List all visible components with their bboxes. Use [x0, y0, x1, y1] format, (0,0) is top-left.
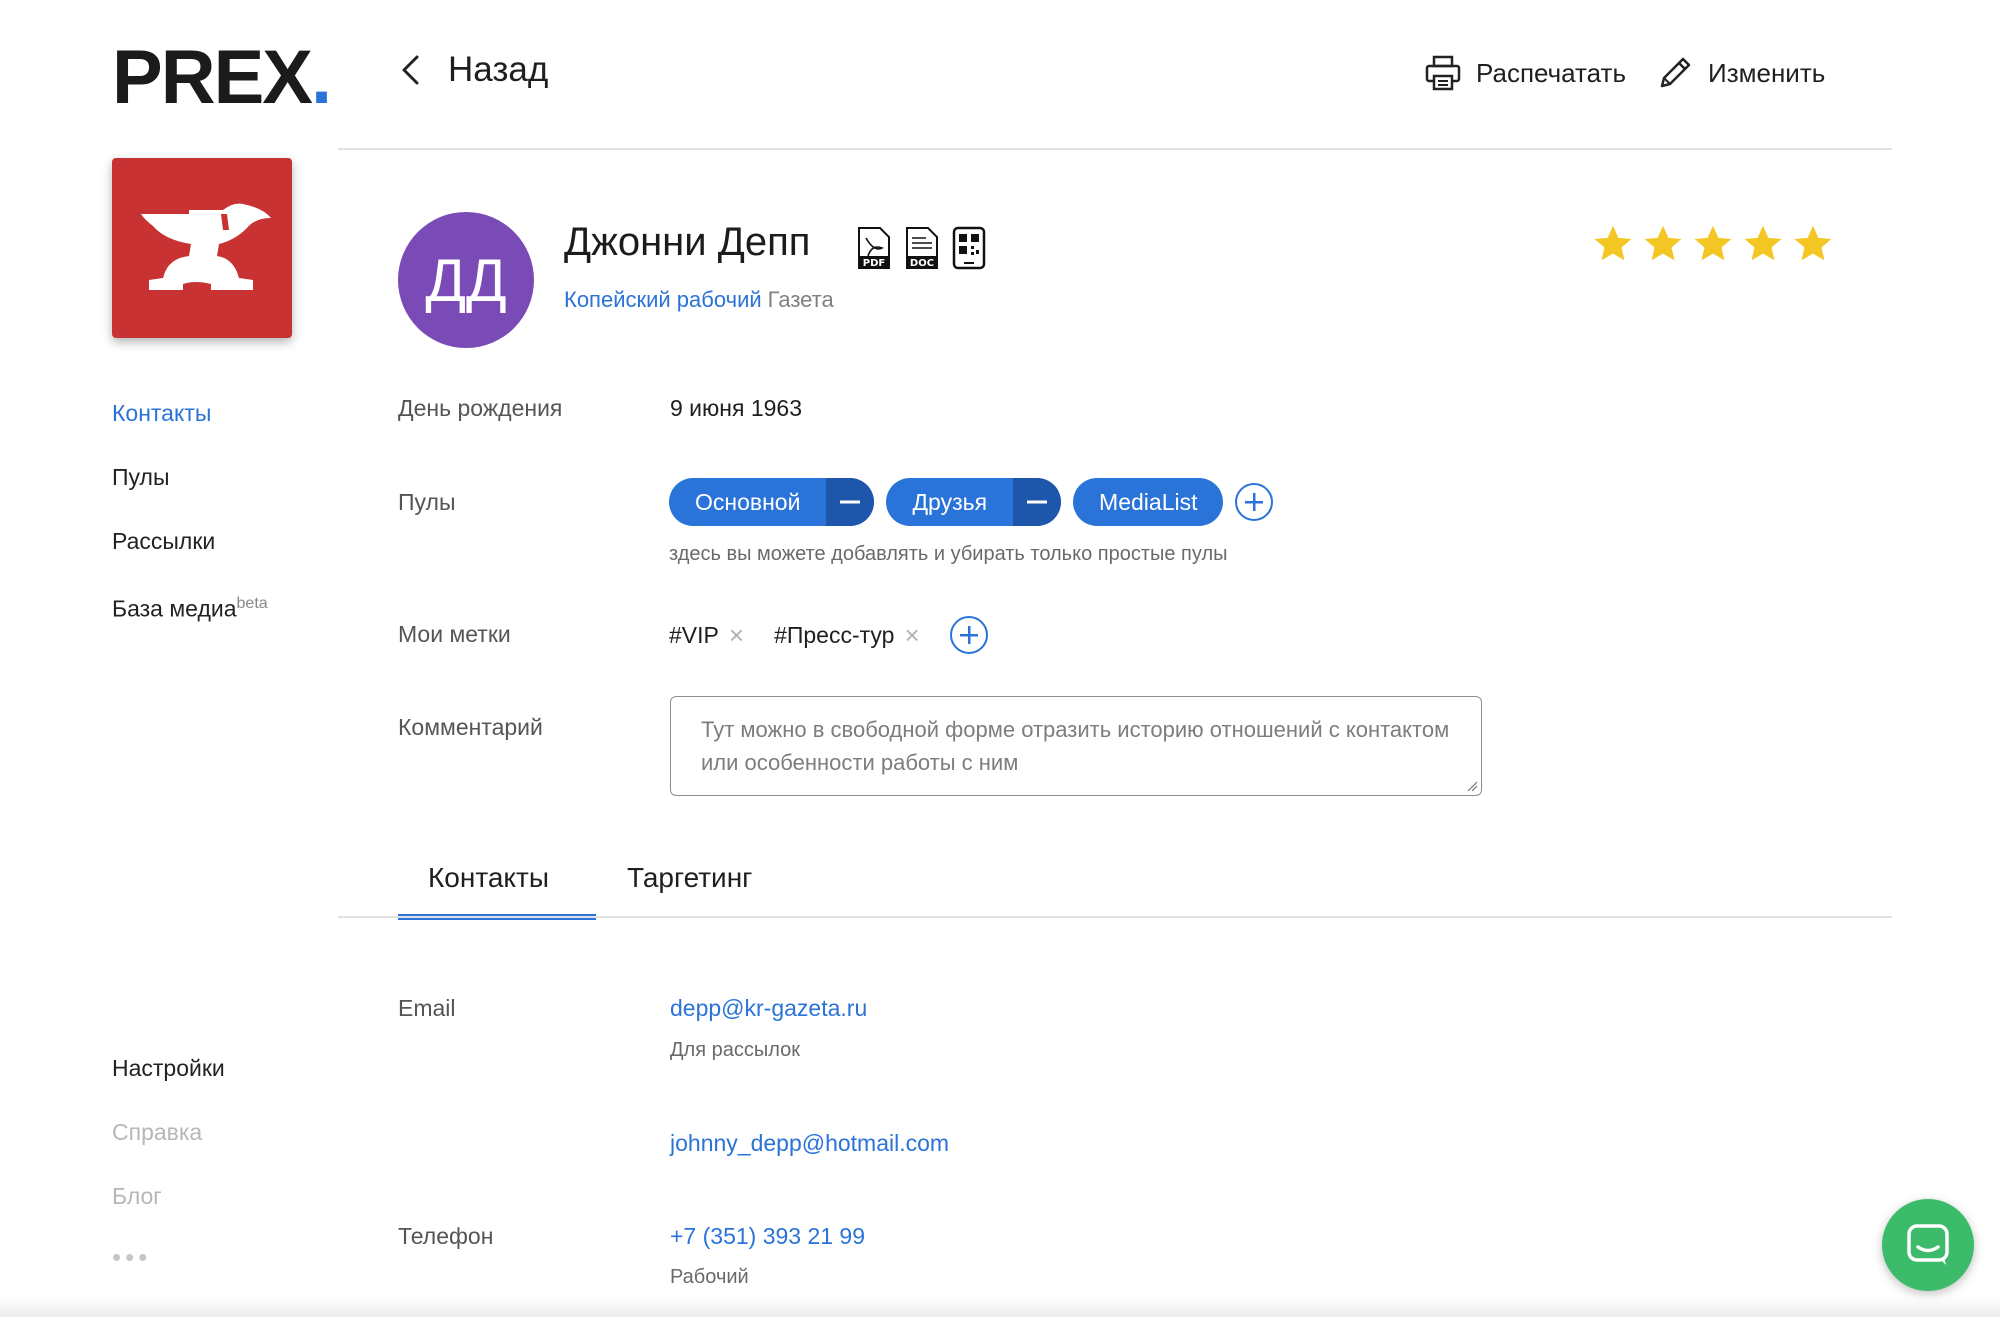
pencil-icon — [1660, 57, 1691, 88]
star-icon[interactable] — [1592, 224, 1634, 264]
edit-label: Изменить — [1708, 57, 1826, 88]
contact-name: Джонни Депп — [564, 220, 811, 264]
tags-list: #VIP × #Пресс-тур × — [669, 616, 988, 654]
contact-publication: Копейский рабочий Газета — [564, 287, 834, 313]
svg-text:DOC: DOC — [910, 258, 934, 269]
add-pool-button[interactable] — [1235, 483, 1274, 521]
edit-button[interactable]: Изменить — [1656, 54, 1825, 92]
phone-label: Телефон — [398, 1223, 494, 1249]
tab-contacts[interactable]: Контакты — [428, 862, 549, 894]
email-link[interactable]: depp@kr-gazeta.ru — [670, 995, 867, 1022]
pools-hint: здесь вы можете добавлять и убирать толь… — [669, 543, 1228, 565]
pool-chip-label[interactable]: Друзья — [886, 478, 1013, 526]
tag-label: #VIP — [669, 621, 719, 648]
email-note: Для рассылок — [670, 1039, 800, 1061]
birthday-value: 9 июня 1963 — [670, 395, 802, 421]
publication-type: Газета — [767, 287, 834, 312]
minus-icon — [840, 500, 861, 504]
sidebar-item-contacts[interactable]: Контакты — [112, 398, 211, 428]
tags-label: Мои метки — [398, 621, 511, 647]
add-tag-button[interactable] — [949, 616, 988, 654]
back-button[interactable]: Назад — [400, 50, 548, 90]
rating[interactable] — [1592, 224, 1834, 264]
print-button[interactable]: Распечатать — [1424, 54, 1626, 92]
pool-chip: Основной — [669, 478, 875, 526]
tab-targeting[interactable]: Таргетинг — [627, 862, 752, 894]
svg-text:PDF: PDF — [863, 258, 885, 269]
chat-icon — [1907, 1224, 1949, 1265]
remove-pool-button[interactable] — [826, 478, 875, 526]
print-label: Распечатать — [1476, 57, 1627, 88]
beta-badge: beta — [236, 595, 268, 612]
sidebar-item-settings[interactable]: Настройки — [112, 1053, 225, 1083]
pool-chip-label[interactable]: MediaList — [1073, 478, 1223, 526]
sidebar-item-mailings[interactable]: Рассылки — [112, 526, 215, 556]
pdf-icon[interactable]: PDF — [856, 226, 892, 270]
remove-tag-icon[interactable]: × — [904, 620, 919, 651]
back-label: Назад — [448, 50, 549, 89]
resize-grip-icon[interactable] — [1466, 780, 1478, 792]
pool-chip: Друзья — [886, 478, 1062, 526]
avatar: ДД — [398, 212, 534, 348]
publication-link[interactable]: Копейский рабочий — [564, 287, 762, 312]
comment-textarea[interactable] — [670, 696, 1482, 796]
remove-pool-button[interactable] — [1013, 478, 1062, 526]
qr-code-icon[interactable] — [952, 226, 986, 270]
pool-chip-label[interactable]: Основной — [669, 478, 826, 526]
phone-note: Рабочий — [670, 1266, 749, 1288]
email-label: Email — [398, 995, 456, 1021]
star-icon[interactable] — [1742, 224, 1784, 264]
pool-chip: MediaList — [1073, 478, 1224, 526]
ellipsis-icon[interactable]: ••• — [112, 1242, 151, 1273]
sidebar-item-help[interactable]: Справка — [112, 1117, 202, 1147]
sidebar-item-blog[interactable]: Блог — [112, 1181, 162, 1211]
header-divider — [338, 148, 1892, 150]
comment-label: Комментарий — [398, 714, 543, 740]
sidebar-item-label: База медиа — [112, 595, 237, 622]
star-icon[interactable] — [1692, 224, 1734, 264]
plus-icon — [1245, 493, 1264, 511]
email-link[interactable]: johnny_depp@hotmail.com — [670, 1130, 949, 1157]
anvil-icon — [141, 203, 271, 290]
star-icon[interactable] — [1792, 224, 1834, 264]
tag-label: #Пресс-тур — [774, 621, 895, 648]
minus-icon — [1027, 500, 1048, 504]
chevron-left-icon — [402, 55, 419, 85]
pools-label: Пулы — [398, 489, 456, 515]
plus-icon — [959, 626, 978, 644]
prex-logo[interactable]: PREX. — [112, 36, 332, 120]
app-logo-tile[interactable] — [112, 158, 292, 338]
sidebar-item-pools[interactable]: Пулы — [112, 462, 169, 492]
sidebar-item-media-base[interactable]: База медиаbeta — [112, 589, 268, 624]
chat-button[interactable] — [1882, 1199, 1974, 1291]
birthday-label: День рождения — [398, 395, 563, 421]
bottom-shadow — [0, 1297, 2000, 1317]
export-icons: PDF DOC — [856, 226, 986, 270]
remove-tag-icon[interactable]: × — [729, 620, 744, 651]
pools-list: Основной Друзья MediaList — [669, 478, 1274, 526]
phone-link[interactable]: +7 (351) 393 21 99 — [670, 1223, 865, 1250]
tabs-divider — [338, 916, 1892, 918]
doc-icon[interactable]: DOC — [904, 226, 940, 270]
printer-icon — [1425, 55, 1461, 91]
star-icon[interactable] — [1642, 224, 1684, 264]
